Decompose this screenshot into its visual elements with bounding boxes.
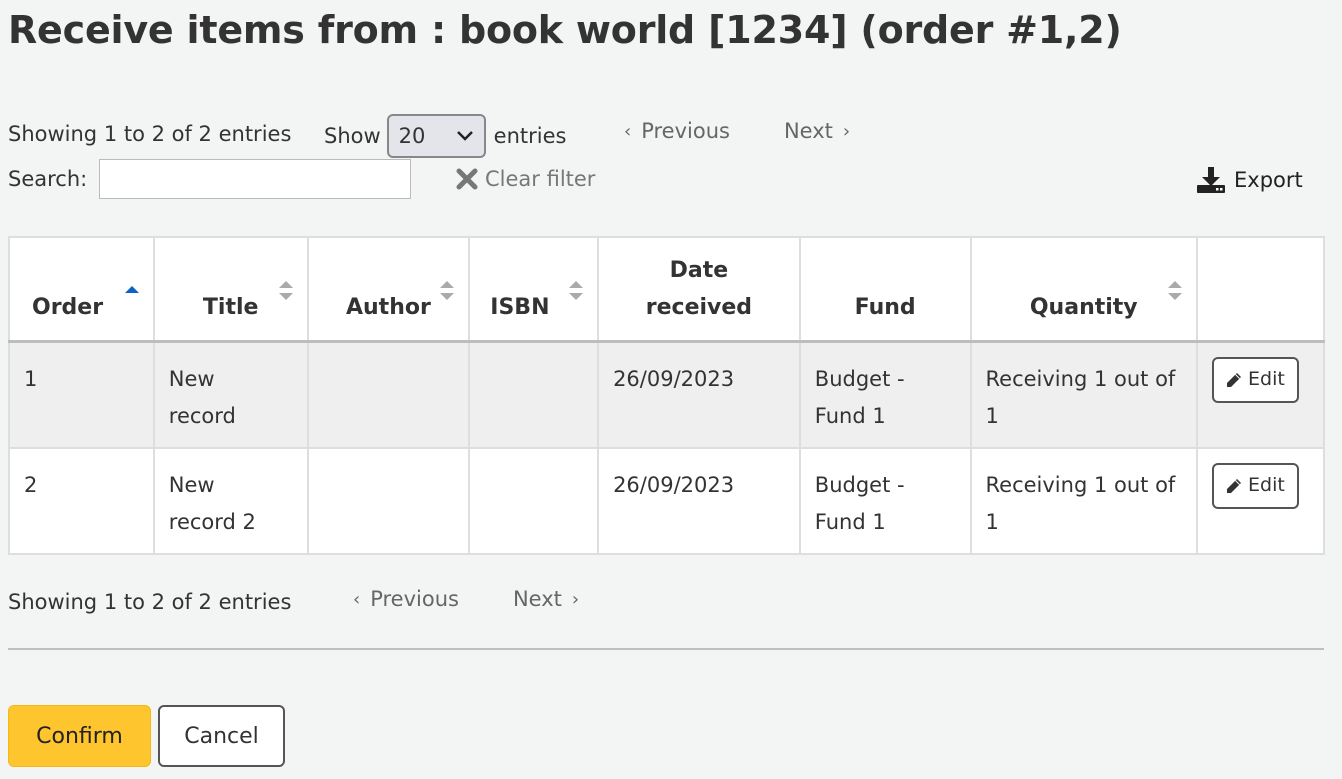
chevron-left-icon: ‹ [353, 588, 361, 610]
clear-filter-label: Clear filter [485, 167, 596, 191]
edit-button[interactable]: Edit [1212, 462, 1299, 509]
sort-icon [278, 281, 293, 300]
page-size-select[interactable]: 20 [386, 114, 486, 158]
divider [8, 648, 1324, 650]
cell-isbn [468, 340, 600, 449]
cell-actions: Edit [1196, 340, 1325, 449]
column-header-label: Fund [854, 294, 916, 320]
receive-items-page: Receive items from : book world [1234] (… [0, 0, 1342, 779]
cancel-button[interactable]: Cancel [158, 705, 285, 767]
cell-order: 1 [8, 340, 155, 449]
search-input[interactable] [99, 159, 412, 199]
cell-title: New record 2 [152, 446, 309, 555]
next-button[interactable]: Next › [784, 119, 850, 143]
cell-isbn [468, 446, 600, 555]
edit-label: Edit [1248, 368, 1285, 390]
cell-quantity: Receiving 1 out of 1 [969, 340, 1199, 449]
search-control: Search: [8, 159, 412, 199]
next-button[interactable]: Next › [513, 587, 579, 611]
column-header-label: Author [345, 294, 431, 320]
cell-author [306, 340, 471, 449]
page-size-value: 20 [398, 124, 426, 148]
column-header-quantity[interactable]: Quantity [969, 236, 1199, 343]
cell-title: New record [152, 340, 309, 449]
page-title: Receive items from : book world [1234] (… [8, 8, 1122, 52]
edit-label: Edit [1248, 474, 1285, 496]
cell-fund: Budget - Fund 1 [798, 446, 972, 555]
sort-icon [440, 281, 455, 300]
receive-items-table: Order Title Author ISBN Date received Fu… [8, 236, 1325, 555]
column-header-order[interactable]: Order [8, 236, 155, 343]
close-icon [456, 168, 478, 190]
sort-icon [1168, 281, 1182, 300]
show-label: Show [324, 124, 381, 148]
confirm-button[interactable]: Confirm [8, 705, 151, 767]
table-row: 1 New record 26/09/2023 Budget - Fund 1 … [8, 340, 1325, 449]
cell-order: 2 [8, 446, 155, 555]
pencil-icon [1227, 478, 1241, 493]
search-label: Search: [8, 167, 88, 191]
column-header-label: Date [669, 257, 729, 283]
pencil-icon [1227, 372, 1241, 387]
column-header-date-received: Date received [597, 236, 801, 343]
sort-icon [569, 281, 584, 300]
download-icon [1197, 167, 1225, 193]
column-header-label: Order [32, 294, 104, 320]
export-label: Export [1234, 168, 1303, 192]
column-header-label: ISBN [490, 294, 550, 320]
clear-filter-button[interactable]: Clear filter [455, 167, 595, 191]
table-info-top: Showing 1 to 2 of 2 entries [8, 122, 292, 146]
cell-fund: Budget - Fund 1 [798, 340, 972, 449]
table-row: 2 New record 2 26/09/2023 Budget - Fund … [8, 446, 1325, 555]
table-info-bottom: Showing 1 to 2 of 2 entries [8, 590, 292, 614]
column-header-isbn[interactable]: ISBN [468, 236, 600, 343]
next-label: Next [512, 587, 562, 611]
previous-button[interactable]: ‹ Previous [624, 119, 730, 143]
chevron-right-icon: › [571, 588, 580, 610]
previous-button[interactable]: ‹ Previous [353, 587, 459, 611]
cell-quantity: Receiving 1 out of 1 [969, 446, 1199, 555]
page-size-control: Show 20 entries [324, 114, 566, 158]
column-header-author[interactable]: Author [306, 236, 471, 343]
cell-date-received: 26/09/2023 [597, 340, 801, 449]
edit-button[interactable]: Edit [1212, 356, 1299, 403]
previous-label: Previous [641, 119, 730, 143]
sort-ascending-icon [124, 286, 139, 293]
cell-actions: Edit [1196, 446, 1325, 555]
chevron-left-icon: ‹ [624, 120, 632, 142]
pagination-top: ‹ Previous Next › [624, 119, 850, 143]
column-header-label: Quantity [1029, 294, 1138, 320]
export-button[interactable]: Export [1196, 166, 1303, 194]
cell-author [306, 446, 471, 555]
chevron-down-icon [456, 131, 473, 141]
column-header-actions [1196, 236, 1325, 343]
cell-date-received: 26/09/2023 [597, 446, 801, 555]
entries-label: entries [493, 124, 567, 148]
column-header-label: received [645, 294, 753, 320]
pagination-bottom: ‹ Previous Next › [353, 587, 579, 611]
chevron-right-icon: › [842, 120, 851, 142]
table-header-row: Order Title Author ISBN Date received Fu… [8, 236, 1325, 343]
column-header-fund: Fund [798, 236, 972, 343]
column-header-label: Title [202, 294, 259, 320]
next-label: Next [783, 119, 833, 143]
previous-label: Previous [370, 587, 459, 611]
column-header-title[interactable]: Title [152, 236, 309, 343]
